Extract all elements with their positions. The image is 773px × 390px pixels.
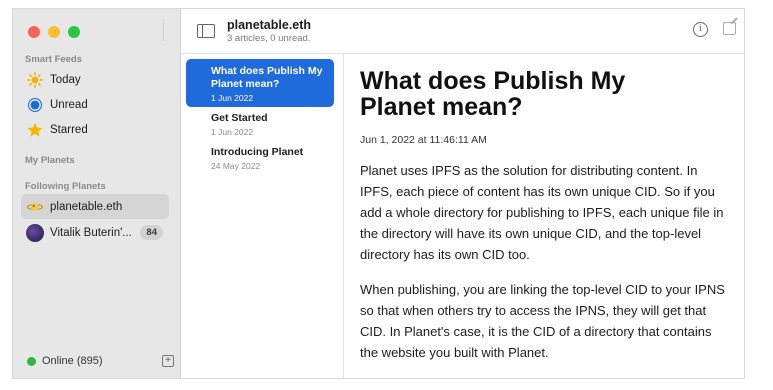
article-date: 1 Jun 2022 <box>211 127 254 137</box>
article-heading: What does Publish My Planet mean? <box>360 67 626 121</box>
article-content: What does Publish My Planet mean? Jun 1,… <box>344 54 744 378</box>
sidebar-item-label: Unread <box>50 98 88 111</box>
article-list-item[interactable]: Get Started 1 Jun 2022 <box>186 112 334 137</box>
article-timestamp: Jun 1, 2022 at 11:46:11 AM <box>360 134 487 146</box>
article-title: Get Started <box>211 112 268 124</box>
planet-avatar <box>26 198 44 216</box>
online-status-text: Online (895) <box>42 355 103 367</box>
article-paragraph: When publishing, you are linking the top… <box>360 282 725 360</box>
sidebar-item-label: Starred <box>50 123 88 136</box>
article-title: Introducing Planet <box>211 146 304 158</box>
toolbar: planetable.eth 3 articles, 0 unread. i <box>181 9 744 54</box>
online-status-icon <box>27 356 36 366</box>
sidebar-item-starred[interactable]: Starred <box>21 117 169 142</box>
unread-count-badge: 84 <box>140 225 163 240</box>
sidebar-item-planetable[interactable]: planetable.eth <box>21 194 169 219</box>
article-date: 1 Jun 2022 <box>211 93 254 103</box>
vitalik-avatar <box>26 223 44 242</box>
planet-title: planetable.eth <box>227 18 312 32</box>
section-smart-feeds: Smart Feeds <box>25 54 83 65</box>
sidebar-item-vitalik[interactable]: Vitalik Buterin'... 84 <box>21 220 169 245</box>
zoom-button[interactable] <box>68 26 80 38</box>
article-list-item[interactable]: Introducing Planet 24 May 2022 <box>186 146 334 171</box>
sidebar: Smart Feeds Today Unread Starred My Plan… <box>13 9 181 378</box>
sidebar-divider <box>163 19 164 41</box>
article-list: What does Publish My Planet mean? 1 Jun … <box>181 54 344 378</box>
sidebar-item-unread[interactable]: Unread <box>21 92 169 117</box>
add-planet-button[interactable]: + <box>162 355 174 367</box>
app-window: Smart Feeds Today Unread Starred My Plan… <box>12 8 745 379</box>
article-date: 24 May 2022 <box>211 161 261 171</box>
close-button[interactable] <box>28 26 40 38</box>
article-list-item[interactable]: What does Publish My Planet mean? 1 Jun … <box>186 59 334 107</box>
article-title: What does Publish My Planet mean? <box>211 65 323 90</box>
section-my-planets: My Planets <box>25 155 75 166</box>
toggle-sidebar-icon[interactable] <box>197 24 215 38</box>
sidebar-item-today[interactable]: Today <box>21 67 169 92</box>
star-icon <box>26 121 44 139</box>
info-icon[interactable]: i <box>693 22 708 37</box>
sidebar-item-label: Today <box>50 73 81 86</box>
sidebar-item-label: Vitalik Buterin'... <box>50 226 132 239</box>
sidebar-item-label: planetable.eth <box>50 200 123 213</box>
circle-icon <box>26 96 44 114</box>
sun-icon <box>26 71 44 89</box>
status-bar: Online (895) + <box>13 344 180 378</box>
article-paragraph: Planet uses IPFS as the solution for dis… <box>360 163 724 262</box>
window-controls <box>28 26 80 38</box>
planet-subtitle: 3 articles, 0 unread. <box>227 33 311 44</box>
section-following-planets: Following Planets <box>25 181 106 192</box>
compose-icon[interactable] <box>723 22 736 35</box>
minimize-button[interactable] <box>48 26 60 38</box>
